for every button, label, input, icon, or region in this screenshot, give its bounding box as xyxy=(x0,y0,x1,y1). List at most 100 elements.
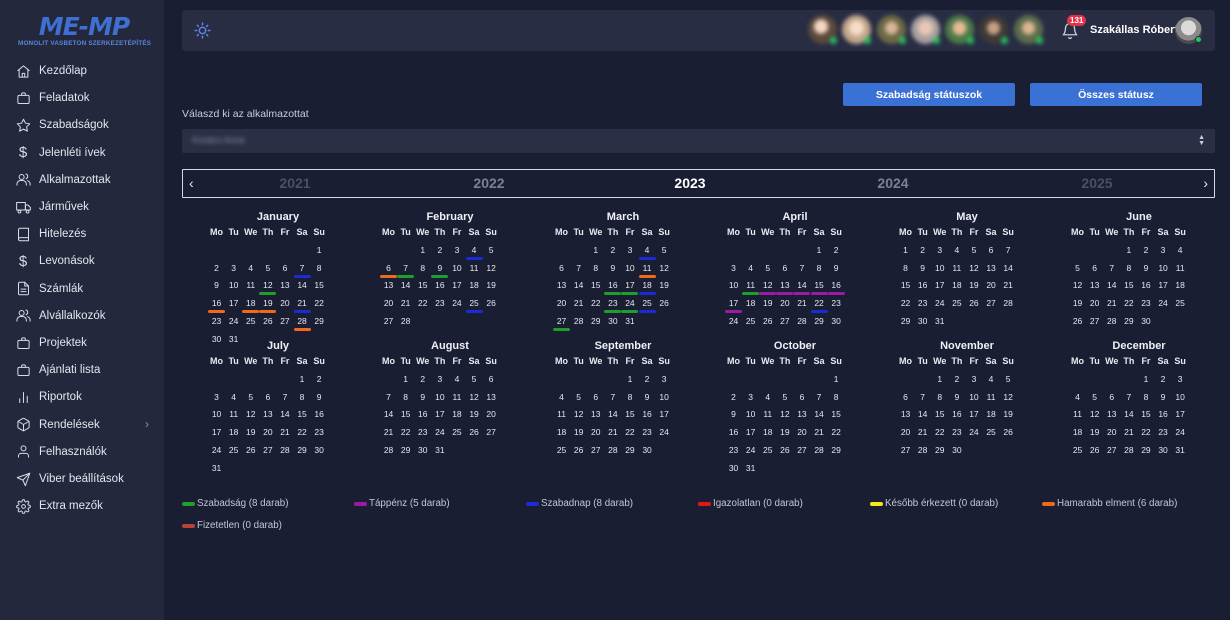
calendar-day[interactable]: 4 xyxy=(1069,392,1086,402)
calendar-day[interactable]: 13 xyxy=(587,409,604,419)
calendar-day[interactable]: 6 xyxy=(259,392,276,402)
calendar-day[interactable]: 3 xyxy=(1155,245,1172,255)
calendar-day[interactable]: 2 xyxy=(725,392,742,402)
calendar-day[interactable]: 7 xyxy=(811,392,828,402)
calendar-day[interactable]: 2 xyxy=(1137,245,1154,255)
calendar-day[interactable]: 7 xyxy=(914,392,931,402)
calendar-day[interactable]: 16 xyxy=(208,298,225,308)
calendar-day[interactable]: 17 xyxy=(431,409,448,419)
calendar-day[interactable]: 18 xyxy=(948,280,965,290)
calendar-day[interactable]: 24 xyxy=(656,427,673,437)
calendar-day[interactable]: 10 xyxy=(448,263,465,273)
calendar-day[interactable]: 30 xyxy=(725,463,742,473)
year-2024[interactable]: 2024 xyxy=(863,175,923,191)
calendar-day[interactable]: 5 xyxy=(656,245,673,255)
calendar-day[interactable]: 27 xyxy=(897,445,914,455)
calendar-day[interactable]: 28 xyxy=(914,445,931,455)
calendar-day[interactable]: 17 xyxy=(1155,280,1172,290)
calendar-day[interactable]: 31 xyxy=(621,316,638,326)
user-name[interactable]: Szakállas Róbert xyxy=(1090,24,1178,36)
calendar-day[interactable]: 26 xyxy=(656,298,673,308)
calendar-day[interactable]: 13 xyxy=(276,280,293,290)
employee-select[interactable]: Kovács Anna ▲ ▼ xyxy=(182,129,1215,153)
calendar-day[interactable]: 30 xyxy=(1137,316,1154,326)
calendar-day[interactable]: 1 xyxy=(414,245,431,255)
calendar-day[interactable]: 10 xyxy=(965,392,982,402)
avatar[interactable] xyxy=(979,15,1009,44)
calendar-day[interactable]: 5 xyxy=(776,392,793,402)
calendar-day[interactable]: 26 xyxy=(242,445,259,455)
calendar-day[interactable]: 19 xyxy=(776,427,793,437)
sidebar-item-extra-mezok[interactable]: Extra mezők xyxy=(0,495,164,517)
calendar-day[interactable]: 9 xyxy=(725,409,742,419)
calendar-day[interactable]: 25 xyxy=(1069,445,1086,455)
calendar-day[interactable]: 24 xyxy=(621,298,638,308)
calendar-day[interactable]: 24 xyxy=(931,298,948,308)
calendar-day[interactable]: 10 xyxy=(931,263,948,273)
calendar-day[interactable]: 6 xyxy=(483,374,500,384)
calendar-day[interactable]: 26 xyxy=(483,298,500,308)
chevron-right-icon[interactable]: › xyxy=(1203,175,1208,191)
calendar-day[interactable]: 21 xyxy=(294,298,311,308)
calendar-day[interactable]: 20 xyxy=(276,298,293,308)
calendar-day[interactable]: 5 xyxy=(242,392,259,402)
avatar[interactable] xyxy=(910,15,940,44)
calendar-day[interactable]: 28 xyxy=(570,316,587,326)
calendar-day[interactable]: 11 xyxy=(1172,263,1189,273)
avatar[interactable] xyxy=(808,15,837,44)
calendar-day[interactable]: 28 xyxy=(380,445,397,455)
calendar-day[interactable]: 18 xyxy=(759,427,776,437)
calendar-day[interactable]: 10 xyxy=(742,409,759,419)
calendar-day[interactable]: 17 xyxy=(225,298,242,308)
calendar-day[interactable]: 9 xyxy=(1137,263,1154,273)
calendar-day[interactable]: 16 xyxy=(948,409,965,419)
year-2021[interactable]: 2021 xyxy=(265,175,325,191)
calendar-day[interactable]: 22 xyxy=(311,298,328,308)
calendar-day[interactable]: 21 xyxy=(914,427,931,437)
calendar-day[interactable]: 6 xyxy=(1086,263,1103,273)
calendar-day[interactable]: 10 xyxy=(431,392,448,402)
calendar-day[interactable]: 17 xyxy=(656,409,673,419)
calendar-day[interactable]: 23 xyxy=(431,298,448,308)
calendar-day[interactable]: 12 xyxy=(1000,392,1017,402)
calendar-day[interactable]: 23 xyxy=(725,445,742,455)
calendar-day[interactable]: 30 xyxy=(914,316,931,326)
calendar-day[interactable]: 13 xyxy=(380,280,397,290)
calendar-day[interactable]: 3 xyxy=(931,245,948,255)
calendar-day[interactable]: 20 xyxy=(897,427,914,437)
leave-statuses-button[interactable]: Szabadság státuszok xyxy=(843,83,1015,106)
calendar-day[interactable]: 6 xyxy=(1103,392,1120,402)
calendar-day[interactable]: 12 xyxy=(466,392,483,402)
calendar-day[interactable]: 15 xyxy=(811,280,828,290)
calendar-day[interactable]: 27 xyxy=(1103,445,1120,455)
calendar-day[interactable]: 2 xyxy=(828,245,845,255)
calendar-day[interactable]: 20 xyxy=(776,298,793,308)
calendar-day[interactable]: 24 xyxy=(965,427,982,437)
calendar-day[interactable]: 23 xyxy=(1155,427,1172,437)
calendar-day[interactable]: 2 xyxy=(604,245,621,255)
calendar-day[interactable]: 30 xyxy=(639,445,656,455)
calendar-day[interactable]: 1 xyxy=(897,245,914,255)
calendar-day[interactable]: 5 xyxy=(259,263,276,273)
calendar-day[interactable]: 22 xyxy=(811,298,828,308)
calendar-day[interactable]: 31 xyxy=(208,463,225,473)
calendar-day[interactable]: 7 xyxy=(397,263,414,273)
calendar-day[interactable]: 3 xyxy=(431,374,448,384)
calendar-day[interactable]: 20 xyxy=(483,409,500,419)
calendar-day[interactable]: 4 xyxy=(983,374,1000,384)
calendar-day[interactable]: 30 xyxy=(1155,445,1172,455)
calendar-day[interactable]: 27 xyxy=(983,298,1000,308)
calendar-day[interactable]: 27 xyxy=(380,316,397,326)
calendar-day[interactable]: 18 xyxy=(448,409,465,419)
calendar-day[interactable]: 23 xyxy=(948,427,965,437)
calendar-day[interactable]: 30 xyxy=(948,445,965,455)
calendar-day[interactable]: 20 xyxy=(380,298,397,308)
calendar-day[interactable]: 9 xyxy=(311,392,328,402)
calendar-day[interactable]: 16 xyxy=(1137,280,1154,290)
calendar-day[interactable]: 8 xyxy=(414,263,431,273)
calendar-day[interactable]: 12 xyxy=(259,280,276,290)
calendar-day[interactable]: 30 xyxy=(311,445,328,455)
calendar-day[interactable]: 12 xyxy=(656,263,673,273)
calendar-day[interactable]: 10 xyxy=(656,392,673,402)
calendar-day[interactable]: 5 xyxy=(466,374,483,384)
